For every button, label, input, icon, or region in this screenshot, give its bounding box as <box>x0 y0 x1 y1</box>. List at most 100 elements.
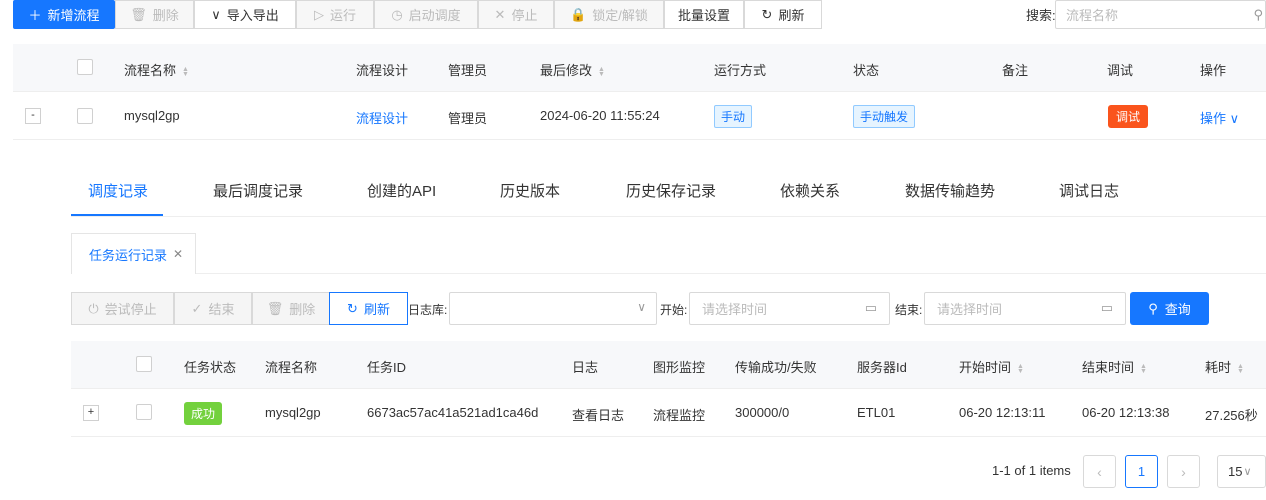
header-name[interactable]: 流程名称 ▲ ▼ <box>124 60 189 79</box>
status-tag: 手动触发 <box>853 105 916 128</box>
run-button[interactable]: ▷ 运行 <box>296 0 374 29</box>
delete-button[interactable]: 🗑 删除 <box>115 0 194 29</box>
refresh-button[interactable]: ↻ 刷新 <box>744 0 822 29</box>
power-icon: ⏻ <box>88 300 99 316</box>
tab-last-schedule[interactable]: 最后调度记录 <box>213 180 303 201</box>
tab-dependencies[interactable]: 依赖关系 <box>780 180 840 201</box>
flow-monitor-link[interactable]: 流程监控 <box>653 405 705 424</box>
header-log: 日志 <box>572 360 599 375</box>
search-icon[interactable]: ⚲ <box>1253 7 1263 23</box>
chevron-right-icon: › <box>1181 463 1186 480</box>
tab-history-saves[interactable]: 历史保存记录 <box>626 180 716 201</box>
sort-icon[interactable]: ▲ ▼ <box>182 66 189 78</box>
tab-created-api[interactable]: 创建的API <box>367 180 436 201</box>
task-start-time: 06-20 12:13:11 <box>959 405 1046 420</box>
plus-icon: ＋ <box>28 8 42 23</box>
flow-detail-panel: 调度记录 最后调度记录 创建的API 历史版本 历史保存记录 依赖关系 数据传输… <box>63 140 1266 500</box>
tab-debug-log[interactable]: 调试日志 <box>1059 180 1119 201</box>
log-db-label: 日志库: <box>408 303 448 317</box>
header-run-mode: 运行方式 <box>714 63 767 78</box>
debug-button[interactable]: 调试 <box>1108 105 1149 128</box>
sort-icon[interactable]: ▲ ▼ <box>1237 363 1244 375</box>
stop-button[interactable]: ✕ 停止 <box>478 0 554 29</box>
clock-icon: ◷ <box>391 6 403 22</box>
select-all-checkbox[interactable] <box>77 59 93 75</box>
run-mode-tag: 手动 <box>714 105 753 128</box>
header-remark: 备注 <box>1002 63 1029 78</box>
sort-icon[interactable]: ▲ ▼ <box>1017 363 1024 375</box>
flow-design-link[interactable]: 流程设计 <box>356 108 408 127</box>
close-icon: ✕ <box>494 6 506 22</box>
table-row: + 成功 mysql2gp 6673ac57ac41a521ad1ca46d 查… <box>71 389 1266 437</box>
header-end-time[interactable]: 结束时间 ▲ ▼ <box>1082 357 1147 376</box>
check-icon: ✓ <box>191 300 203 316</box>
lock-icon: 🔒 <box>570 6 587 22</box>
page-1-button[interactable]: 1 <box>1125 455 1158 488</box>
next-page-button[interactable]: › <box>1167 455 1200 488</box>
tab-transfer-trend[interactable]: 数据传输趋势 <box>905 180 995 201</box>
task-transfer: 300000/0 <box>735 405 790 420</box>
header-flow-name: 流程名称 <box>265 360 318 375</box>
tab-history-versions[interactable]: 历史版本 <box>500 180 560 201</box>
prev-page-button[interactable]: ‹ <box>1083 455 1116 488</box>
end-time-picker[interactable]: 请选择时间 ▭ <box>924 292 1126 325</box>
header-debug: 调试 <box>1107 63 1134 78</box>
search-icon: ⚲ <box>1148 300 1158 316</box>
add-flow-button[interactable]: ＋ 新增流程 <box>13 0 115 29</box>
select-all-tasks-checkbox[interactable] <box>136 356 152 372</box>
log-db-select[interactable]: ∨ <box>449 292 657 325</box>
divider <box>196 273 1266 274</box>
subtab-task-run-records[interactable]: 任务运行记录 ✕ <box>71 233 196 274</box>
detail-tabs: 调度记录 最后调度记录 创建的API 历史版本 历史保存记录 依赖关系 数据传输… <box>71 140 1266 217</box>
calendar-icon: ▭ <box>1100 300 1113 315</box>
header-graph-monitor: 图形监控 <box>653 360 706 375</box>
header-last-modified[interactable]: 最后修改 ▲ ▼ <box>540 60 605 79</box>
finish-button[interactable]: ✓ 结束 <box>174 292 252 325</box>
view-log-link[interactable]: 查看日志 <box>572 405 624 424</box>
task-row-checkbox[interactable] <box>136 404 152 420</box>
lock-unlock-button[interactable]: 🔒 锁定/解锁 <box>554 0 664 29</box>
expand-row-button[interactable]: + <box>83 405 99 421</box>
sort-icon[interactable]: ▲ ▼ <box>1140 363 1147 375</box>
flow-admin: 管理员 <box>448 111 488 126</box>
refresh-icon: ↻ <box>761 6 773 22</box>
task-end-time: 06-20 12:13:38 <box>1082 405 1170 420</box>
task-duration: 27.256秒 <box>1205 408 1258 423</box>
row-checkbox[interactable] <box>77 108 93 124</box>
play-icon: ▷ <box>313 6 324 22</box>
batch-settings-button[interactable]: 批量设置 <box>664 0 744 29</box>
collapse-row-button[interactable]: - <box>25 108 41 124</box>
header-task-id: 任务ID <box>367 360 407 375</box>
header-admin: 管理员 <box>448 63 488 78</box>
header-status: 状态 <box>853 63 880 78</box>
search-input[interactable]: 流程名称 ⚲ <box>1055 0 1266 29</box>
header-start-time[interactable]: 开始时间 ▲ ▼ <box>959 357 1024 376</box>
trash-icon: 🗑 <box>130 6 147 22</box>
query-button[interactable]: ⚲ 查询 <box>1130 292 1209 325</box>
header-task-status: 任务状态 <box>184 360 237 375</box>
flow-name: mysql2gp <box>124 108 180 123</box>
delete-task-button[interactable]: 🗑 删除 <box>252 292 330 325</box>
search-label: 搜索: <box>1026 8 1056 23</box>
task-flow-name: mysql2gp <box>265 405 321 420</box>
tab-schedule-records[interactable]: 调度记录 <box>88 180 148 201</box>
start-label: 开始: <box>660 303 688 317</box>
header-transfer: 传输成功/失败 <box>735 360 817 375</box>
close-icon[interactable]: ✕ <box>173 247 183 261</box>
toolbar: ＋ 新增流程 🗑 删除 ∨ 导入导出 ▷ 运行 ◷ 启动调度 ✕ 停止 🔒 锁定… <box>0 0 1266 29</box>
flow-last-modified: 2024-06-20 11:55:24 <box>540 108 660 123</box>
task-table-header: 任务状态 流程名称 任务ID 日志 图形监控 传输成功/失败 服务器Id 开始时… <box>71 341 1266 389</box>
table-row: - mysql2gp 流程设计 管理员 2024-06-20 11:55:24 … <box>13 92 1266 140</box>
refresh-tasks-button[interactable]: ↻ 刷新 <box>329 292 408 325</box>
try-stop-button[interactable]: ⏻ 尝试停止 <box>71 292 174 325</box>
start-schedule-button[interactable]: ◷ 启动调度 <box>374 0 478 29</box>
header-duration[interactable]: 耗时 ▲ ▼ <box>1205 357 1244 376</box>
chevron-left-icon: ‹ <box>1097 463 1102 480</box>
import-export-button[interactable]: ∨ 导入导出 <box>194 0 296 29</box>
actions-dropdown[interactable]: 操作 ∨ <box>1200 108 1239 127</box>
end-label: 结束: <box>895 303 923 317</box>
start-time-picker[interactable]: 请选择时间 ▭ <box>689 292 890 325</box>
chevron-down-icon: ∨ <box>211 6 221 22</box>
sort-icon[interactable]: ▲ ▼ <box>598 66 605 78</box>
page-size-select[interactable]: 15 ∨ <box>1217 455 1266 488</box>
